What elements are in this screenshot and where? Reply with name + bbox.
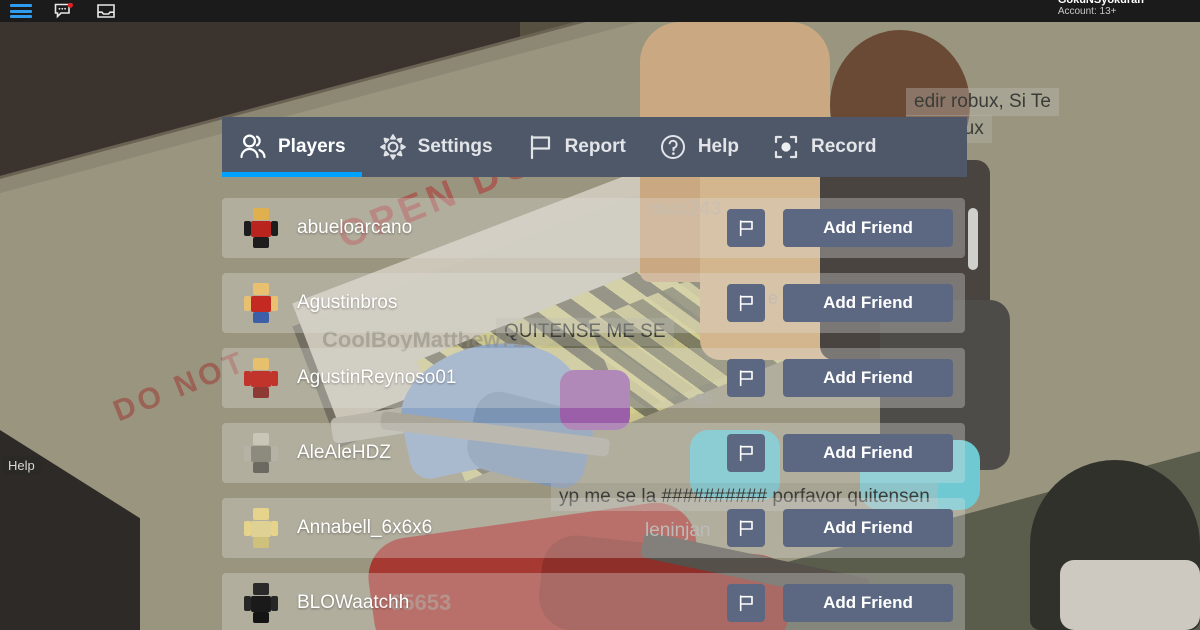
avatar [244,433,278,473]
row-actions: Add Friend [727,359,965,397]
table-row[interactable]: BLOWaatchh Add Friend [222,573,965,630]
tab-settings[interactable]: Settings [362,117,509,177]
flag-icon [739,595,753,612]
chat-icon[interactable] [54,2,74,19]
avatar [244,358,278,398]
player-name: AgustinReynoso01 [297,367,457,388]
top-bar: GokuNSyokuran Account: 13+ [0,0,1200,22]
avatar [244,583,278,623]
row-actions: Add Friend [727,209,965,247]
question-icon [658,132,688,162]
account-info: GokuNSyokuran Account: 13+ [1057,0,1200,18]
hamburger-menu-icon[interactable] [10,4,32,18]
add-friend-button[interactable]: Add Friend [783,209,953,247]
people-icon [238,132,268,162]
report-player-button[interactable] [727,284,765,322]
player-name: AleAleHDZ [297,442,391,463]
row-actions: Add Friend [727,434,965,472]
player-name: Agustinbros [297,292,398,313]
account-age-rating: Account: 13+ [1057,6,1117,18]
player-list[interactable]: abueloarcano Add Friend Agustinbros Add Fri… [222,198,967,630]
help-chip-button[interactable]: Help [2,456,41,475]
flag-icon [739,520,753,537]
scene-character-white [1060,560,1200,630]
flag-icon [739,445,753,462]
player-list-scrollbar[interactable] [967,198,979,618]
escape-menu-panel: Players Settings Report Help Record abue… [222,117,967,630]
report-player-button[interactable] [727,209,765,247]
table-row[interactable]: Agustinbros Add Friend [222,273,965,333]
table-row[interactable]: abueloarcano Add Friend [222,198,965,258]
flag-icon [739,295,753,312]
avatar [244,283,278,323]
add-friend-button[interactable]: Add Friend [783,434,953,472]
inbox-icon[interactable] [96,3,116,19]
player-name: Annabell_6x6x6 [297,517,433,538]
row-actions: Add Friend [727,509,965,547]
tab-record[interactable]: Record [755,117,892,177]
add-friend-button[interactable]: Add Friend [783,284,953,322]
flag-icon [739,370,753,387]
report-player-button[interactable] [727,359,765,397]
tab-active-underline [222,172,362,177]
top-bar-icon-group [0,2,116,19]
row-actions: Add Friend [727,284,965,322]
menu-tab-bar: Players Settings Report Help Record [222,117,967,177]
tab-report[interactable]: Report [509,117,642,177]
flag-icon [525,132,555,162]
report-player-button[interactable] [727,509,765,547]
table-row[interactable]: AgustinReynoso01 Add Friend [222,348,965,408]
tab-report-label: Report [564,136,626,157]
row-actions: Add Friend [727,584,965,622]
report-player-button[interactable] [727,584,765,622]
gear-icon [378,132,408,162]
scene-chat-top-right-1: edir robux, Si Te [906,88,1059,116]
add-friend-button[interactable]: Add Friend [783,584,953,622]
avatar [244,508,278,548]
tab-record-label: Record [811,136,877,157]
record-icon [771,132,801,162]
tab-help-label: Help [697,136,739,157]
avatar [244,208,278,248]
table-row[interactable]: Annabell_6x6x6 Add Friend [222,498,965,558]
player-name: BLOWaatchh [297,592,410,613]
tab-settings-label: Settings [417,136,493,157]
report-player-button[interactable] [727,434,765,472]
player-name: abueloarcano [297,217,413,238]
scrollbar-thumb[interactable] [968,208,978,270]
add-friend-button[interactable]: Add Friend [783,359,953,397]
screenshot-root: OPEN DOOR DO NOT max243 e edir robux, Si… [0,0,1200,630]
tab-players-label: Players [278,136,346,157]
table-row[interactable]: AleAleHDZ Add Friend [222,423,965,483]
tab-players[interactable]: Players [222,117,362,177]
add-friend-button[interactable]: Add Friend [783,509,953,547]
flag-icon [739,220,753,237]
tab-help[interactable]: Help [642,117,755,177]
